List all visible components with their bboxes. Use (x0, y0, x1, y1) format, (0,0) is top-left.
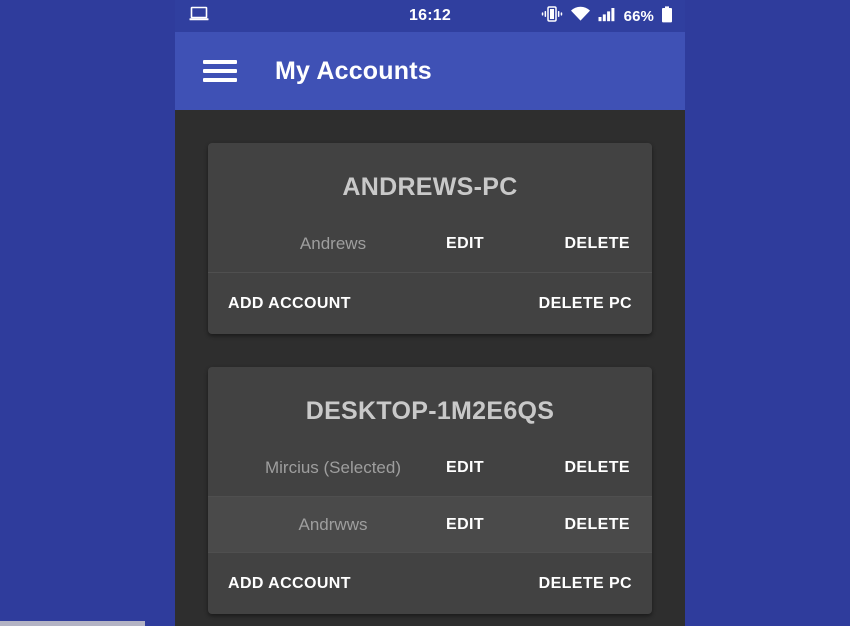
add-account-button[interactable]: ADD ACCOUNT (228, 295, 351, 313)
laptop-icon (189, 6, 209, 26)
menu-bar-1 (203, 60, 237, 64)
vibrate-icon (541, 6, 563, 26)
account-row-group: Mircius (Selected) EDIT DELETE Andrwws E… (208, 426, 652, 552)
phone-screen: 16:12 66% My Accounts ANDREWS-PC Andrews… (175, 0, 685, 626)
app-bar: My Accounts (175, 32, 685, 110)
desktop-backdrop: 16:12 66% My Accounts ANDREWS-PC Andrews… (0, 0, 850, 626)
edit-account-button[interactable]: EDIT (446, 459, 542, 477)
table-row[interactable]: Andrwws EDIT DELETE (208, 496, 652, 552)
page-title: My Accounts (275, 56, 432, 85)
battery-percent-label: 66% (623, 7, 654, 25)
menu-bar-2 (203, 69, 237, 73)
pc-name-title: ANDREWS-PC (342, 173, 518, 201)
hamburger-menu-icon[interactable] (203, 58, 237, 84)
add-account-button[interactable]: ADD ACCOUNT (228, 575, 351, 593)
pc-card: DESKTOP-1M2E6QS Mircius (Selected) EDIT … (208, 367, 652, 614)
edit-account-button[interactable]: EDIT (446, 235, 542, 253)
delete-pc-button[interactable]: DELETE PC (539, 575, 632, 593)
account-name: Andrews (299, 234, 367, 253)
account-name: Mircius (Selected) (264, 458, 402, 477)
delete-pc-button[interactable]: DELETE PC (539, 295, 632, 313)
delete-account-button[interactable]: DELETE (542, 516, 630, 534)
card-footer: ADD ACCOUNT DELETE PC (208, 272, 652, 334)
pc-name-title: DESKTOP-1M2E6QS (305, 397, 555, 425)
account-row-group: Andrews EDIT DELETE (208, 202, 652, 272)
table-row[interactable]: Andrews EDIT DELETE (208, 216, 652, 272)
account-name: Andrwws (298, 514, 368, 534)
status-bar: 16:12 66% (175, 0, 685, 32)
status-bar-left (175, 6, 209, 26)
pc-card: ANDREWS-PC Andrews EDIT DELETE ADD ACCOU… (208, 143, 652, 334)
table-row[interactable]: Mircius (Selected) EDIT DELETE (208, 440, 652, 496)
delete-account-button[interactable]: DELETE (542, 459, 630, 477)
menu-bar-3 (203, 78, 237, 82)
card-footer: ADD ACCOUNT DELETE PC (208, 552, 652, 614)
delete-account-button[interactable]: DELETE (542, 235, 630, 253)
edit-account-button[interactable]: EDIT (446, 516, 542, 534)
battery-icon (661, 5, 673, 27)
accounts-list[interactable]: ANDREWS-PC Andrews EDIT DELETE ADD ACCOU… (175, 110, 685, 626)
status-bar-right: 66% (541, 5, 685, 27)
bottom-edge-strip (0, 621, 145, 626)
signal-icon (598, 6, 617, 26)
wifi-icon (570, 6, 591, 26)
